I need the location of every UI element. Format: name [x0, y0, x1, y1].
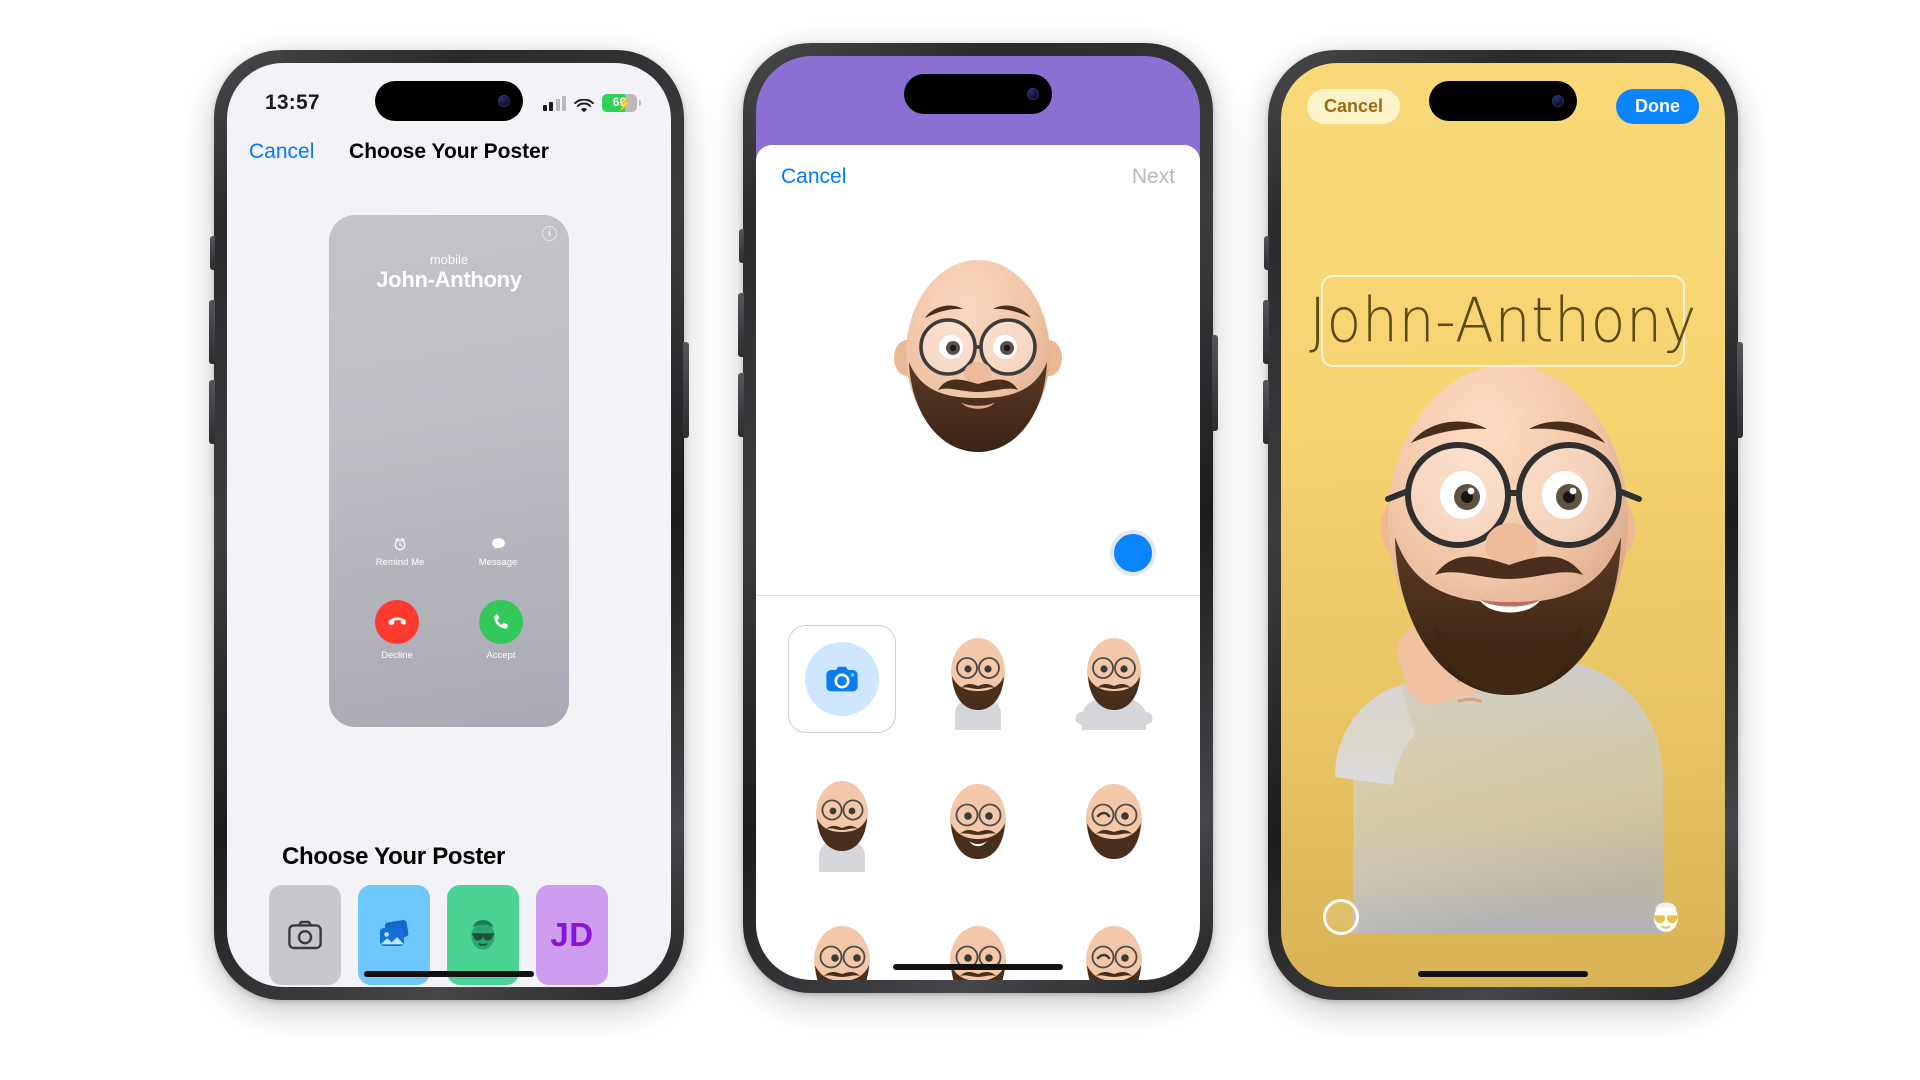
volume-up-button[interactable]: [1263, 300, 1269, 364]
poster-option-monogram[interactable]: JD Monogram: [536, 885, 608, 987]
name-field-value: John-Anthony: [1309, 285, 1697, 357]
battery-icon: 66 ⚡: [602, 94, 641, 112]
color-circle-icon[interactable]: [1323, 899, 1359, 935]
dynamic-island: [904, 74, 1052, 114]
memoji-pose-hands-hips-icon: [1075, 638, 1153, 730]
memoji-tile[interactable]: [447, 885, 519, 985]
memoji-pose-cell[interactable]: [924, 624, 1032, 734]
home-indicator[interactable]: [1418, 971, 1588, 977]
message-label: Message: [478, 557, 518, 568]
screenshot-stage: 13:57 66 ⚡ Cancel Choose Your Poster i m…: [0, 0, 1920, 1080]
volume-down-button[interactable]: [1263, 380, 1269, 444]
memoji-pose-neutral-icon: [950, 926, 1006, 980]
accept-label: Accept: [486, 650, 516, 661]
camera-icon: [805, 642, 879, 716]
dynamic-island: [375, 81, 523, 121]
memoji-pose-tongue-wink-icon: [1086, 926, 1142, 980]
status-bar-time: 13:57: [265, 91, 320, 114]
cellular-bars-icon: [542, 95, 566, 111]
message-button[interactable]: Message: [463, 537, 533, 568]
accept-call-group[interactable]: Accept: [479, 600, 523, 661]
mute-switch[interactable]: [739, 229, 744, 263]
camera-icon: [288, 920, 322, 950]
section-title: Choose Your Poster: [282, 843, 506, 870]
volume-up-button[interactable]: [209, 300, 215, 364]
remind-me-label: Remind Me: [375, 557, 425, 568]
editor-bottom-controls: [1281, 899, 1725, 935]
mute-switch[interactable]: [1264, 236, 1269, 270]
alarm-clock-icon: [393, 537, 407, 552]
photos-icon: [380, 920, 409, 946]
power-button[interactable]: [1737, 342, 1743, 438]
photos-tile[interactable]: [358, 885, 430, 985]
contact-name: John-Anthony: [376, 267, 522, 292]
phone-2-screen: Cancel Next: [756, 56, 1200, 980]
wifi-icon: [574, 96, 594, 112]
volume-down-button[interactable]: [738, 373, 744, 437]
memoji-face-icon: [471, 920, 495, 950]
memoji-pose-side-glance-icon: [814, 926, 870, 980]
sheet-navigation-bar: Cancel Next: [756, 145, 1200, 209]
name-field[interactable]: John-Anthony: [1309, 275, 1696, 367]
volume-up-button[interactable]: [738, 293, 744, 357]
navigation-bar: Cancel Choose Your Poster: [227, 125, 671, 179]
next-button[interactable]: Next: [1132, 165, 1175, 189]
memoji-pose-grin-icon: [950, 784, 1006, 859]
home-indicator[interactable]: [364, 971, 534, 977]
phone-3-poster-editor: Cancel Done John-Anthony: [1263, 50, 1743, 1000]
memoji-pose-body-smile-icon: [816, 781, 868, 872]
phone-2-memoji-picker: Cancel Next: [738, 43, 1218, 993]
contact-line-label: mobile: [429, 252, 469, 267]
charging-bolt-icon: ⚡: [616, 96, 633, 111]
memoji-picker-sheet: Cancel Next: [756, 145, 1200, 980]
incoming-call-mini-actions: Remind Me Message: [329, 537, 569, 568]
cancel-button[interactable]: Cancel: [781, 165, 846, 189]
monogram-initials: JD: [550, 916, 594, 953]
decline-label: Decline: [381, 650, 413, 661]
memoji-pose-cell[interactable]: [788, 766, 896, 876]
volume-down-button[interactable]: [209, 380, 215, 444]
poster-memoji-artwork: [1281, 313, 1725, 933]
done-button[interactable]: Done: [1616, 88, 1699, 124]
memoji-pose-wink-glasses-icon: [1086, 784, 1142, 859]
phone-1-screen: 13:57 66 ⚡ Cancel Choose Your Poster i m…: [227, 63, 671, 987]
message-bubble-icon: [491, 537, 506, 552]
memoji-pose-cell[interactable]: [788, 908, 896, 980]
phone-1-choose-your-poster: 13:57 66 ⚡ Cancel Choose Your Poster i m…: [209, 50, 689, 1000]
editor-toolbar: Cancel Done: [1281, 63, 1725, 125]
front-camera-icon: [1027, 88, 1039, 100]
camera-tile-button[interactable]: [788, 625, 896, 733]
remind-me-button[interactable]: Remind Me: [365, 537, 435, 568]
front-camera-icon: [498, 95, 510, 107]
memoji-pose-cell[interactable]: [924, 766, 1032, 876]
cancel-button[interactable]: Cancel: [249, 140, 314, 164]
memoji-preview: [756, 217, 1200, 497]
memoji-head-icon: [894, 259, 1062, 452]
memoji-pose-grid: [756, 596, 1200, 980]
cancel-button[interactable]: Cancel: [1307, 88, 1401, 124]
mute-switch[interactable]: [210, 236, 215, 270]
power-button[interactable]: [1212, 335, 1218, 431]
memoji-pose-smile-body-icon: [951, 638, 1005, 730]
info-icon[interactable]: i: [542, 226, 557, 241]
background-color-swatch[interactable]: [1110, 530, 1156, 576]
memoji-pose-cell[interactable]: [1060, 908, 1168, 980]
home-indicator[interactable]: [893, 964, 1063, 970]
accept-call-icon[interactable]: [479, 600, 523, 644]
power-button[interactable]: [683, 342, 689, 438]
memoji-pose-cell[interactable]: [1060, 766, 1168, 876]
phone-3-screen: Cancel Done John-Anthony: [1281, 63, 1725, 987]
incoming-call-buttons: Decline Accept: [329, 600, 569, 661]
poster-preview-card[interactable]: i mobile John-Anthony Remind Me Message …: [329, 215, 569, 727]
poster-option-camera[interactable]: Camera: [269, 885, 341, 987]
camera-tile[interactable]: [269, 885, 341, 985]
memoji-face-icon[interactable]: [1649, 900, 1683, 934]
memoji-pose-cell[interactable]: [1060, 624, 1168, 734]
monogram-tile[interactable]: JD: [536, 885, 608, 985]
decline-call-icon[interactable]: [375, 600, 419, 644]
decline-call-group[interactable]: Decline: [375, 600, 419, 661]
